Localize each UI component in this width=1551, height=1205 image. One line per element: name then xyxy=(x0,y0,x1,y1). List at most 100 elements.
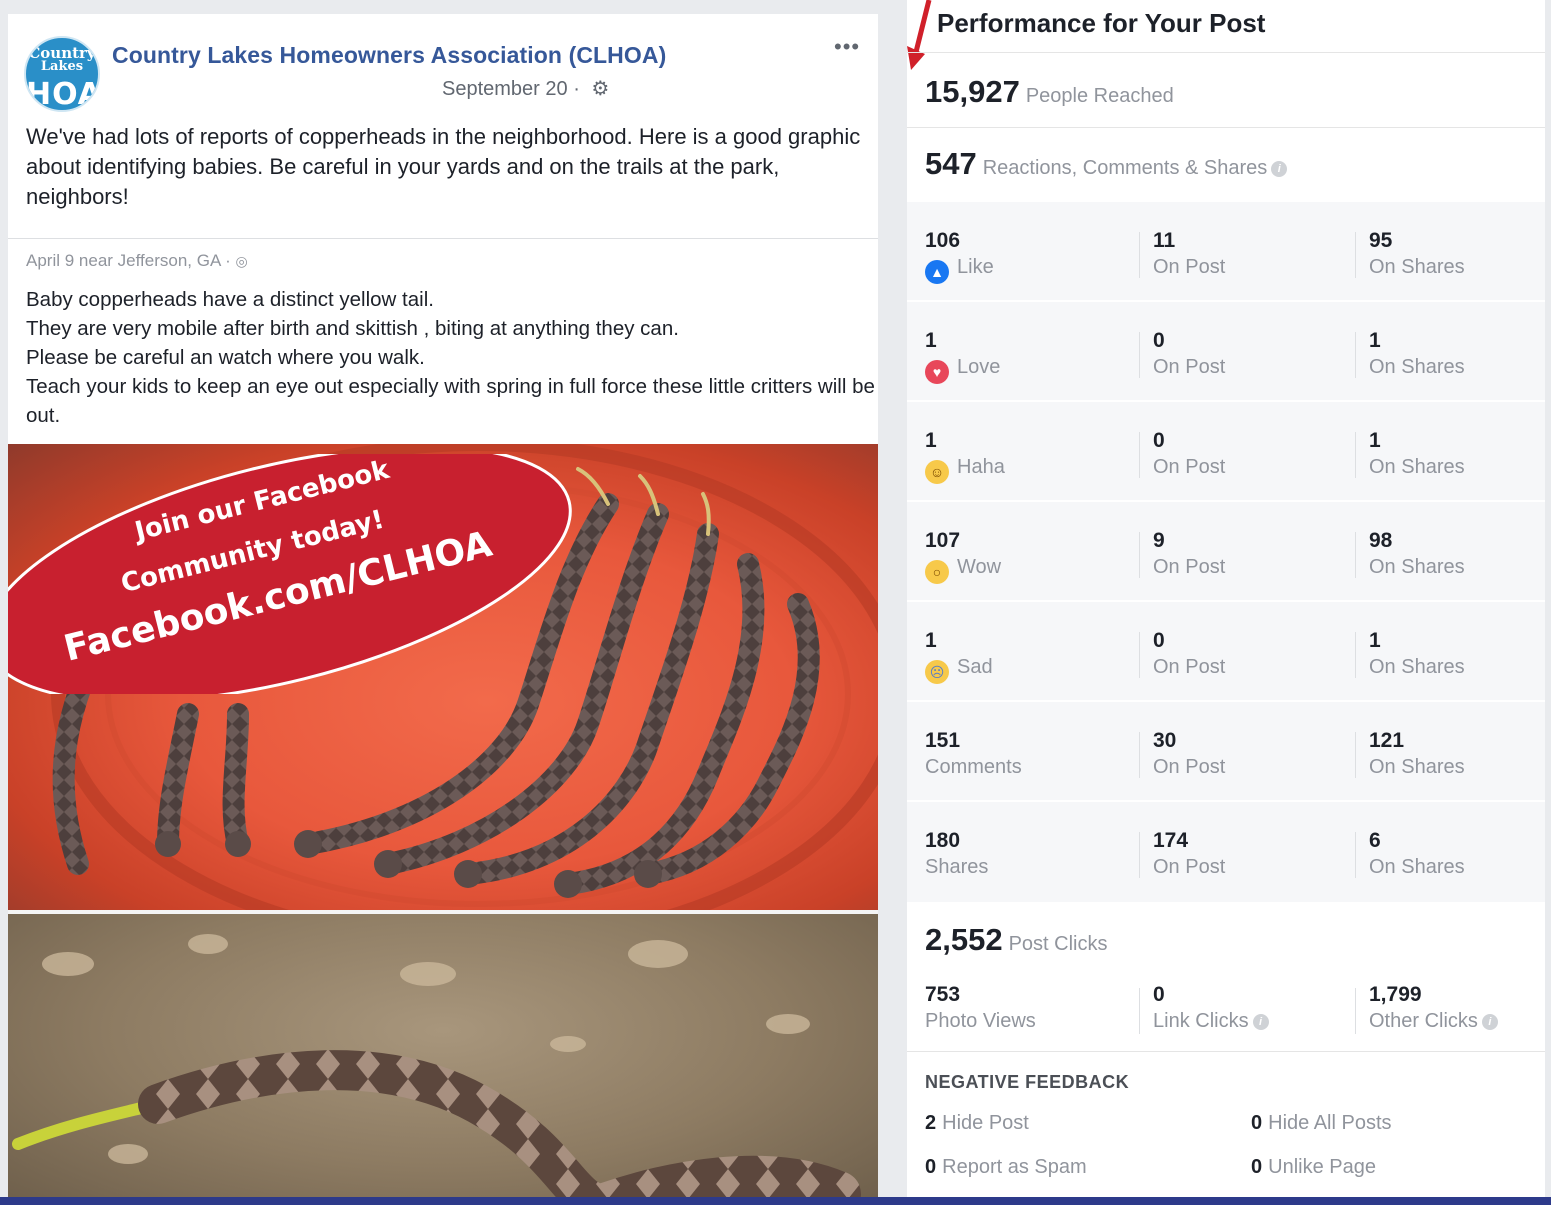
on-shares-label: On Shares xyxy=(1369,656,1465,678)
divider xyxy=(907,127,1545,128)
total-cell: 180 Shares xyxy=(925,828,988,880)
on-post-value: 9 xyxy=(1153,529,1165,552)
column-divider xyxy=(1355,532,1356,578)
screenshot-canvas: Country Lakes HOA Country Lakes Homeowne… xyxy=(0,0,1551,1205)
page-name-link[interactable]: Country Lakes Homeowners Association (CL… xyxy=(112,42,666,69)
engagement-label: Reactions, Comments & Shares xyxy=(982,157,1268,179)
more-options-icon[interactable]: ••• xyxy=(834,34,860,60)
column-divider xyxy=(1355,832,1356,878)
column-divider xyxy=(1355,732,1356,778)
total-label: ☹ Sad xyxy=(925,654,993,684)
on-shares-value: 1 xyxy=(1369,629,1381,652)
comments-label: Comments xyxy=(925,756,1022,778)
column-divider xyxy=(1139,532,1140,578)
divider xyxy=(907,52,1545,53)
total-label: ♥ Love xyxy=(925,354,1000,384)
shared-post: April 9 near Jefferson, GA · ◎ Baby copp… xyxy=(8,238,878,448)
haha-label: Haha xyxy=(957,456,1005,478)
engagement-metric: 547 Reactions, Comments & Shares i xyxy=(925,146,1288,182)
on-post-label: On Post xyxy=(1153,456,1226,478)
bottom-color-bar xyxy=(0,1197,1551,1205)
on-shares-value: 6 xyxy=(1369,829,1381,852)
on-post-cell: 30 On Post xyxy=(1153,728,1225,780)
page-avatar[interactable]: Country Lakes HOA xyxy=(24,36,100,112)
on-post-value: 30 xyxy=(1153,729,1177,752)
other-clicks-label: Other Clicks xyxy=(1369,1010,1478,1032)
hide-all-posts-label: Hide All Posts xyxy=(1268,1112,1392,1134)
post-insights-panel: Performance for Your Post 15,927 People R… xyxy=(907,0,1545,1197)
post-clicks-section: 2,552 Post Clicks 753 Photo Views 0 Link … xyxy=(907,904,1545,1052)
on-post-value: 0 xyxy=(1153,329,1165,352)
on-post-label: On Post xyxy=(1153,856,1226,878)
post-message: We've had lots of reports of copperheads… xyxy=(26,124,861,209)
report-spam-label: Report as Spam xyxy=(942,1156,1087,1178)
on-shares-value: 95 xyxy=(1369,229,1393,252)
on-post-value: 174 xyxy=(1153,829,1189,852)
other-clicks-value: 1,799 xyxy=(1369,983,1422,1006)
ground-snake-illustration xyxy=(12,934,861,1205)
total-label: ▲ Like xyxy=(925,254,994,284)
on-shares-label: On Shares xyxy=(1369,356,1465,378)
negative-feedback-title: NEGATIVE FEEDBACK xyxy=(925,1072,1130,1092)
total-label: ☺ Haha xyxy=(925,454,1005,484)
facebook-promo-badge[interactable]: Join our Facebook Community today! Faceb… xyxy=(8,445,588,703)
shared-post-meta[interactable]: April 9 near Jefferson, GA · ◎ xyxy=(26,251,248,271)
info-icon[interactable]: i xyxy=(1481,1013,1498,1030)
post-clicks-metric: 2,552 Post Clicks xyxy=(925,922,1107,958)
column-divider xyxy=(1139,232,1140,278)
love-icon: ♥ xyxy=(925,360,949,384)
total-value: 106 xyxy=(925,229,961,252)
on-post-cell: 11 On Post xyxy=(1153,228,1225,280)
on-post-cell: 0 On Post xyxy=(1153,428,1225,480)
info-icon[interactable]: i xyxy=(1252,1013,1269,1030)
haha-icon: ☺ xyxy=(925,460,949,484)
unlike-page-stat: 0 Unlike Page xyxy=(1251,1156,1376,1179)
link-clicks-value: 0 xyxy=(1153,983,1165,1006)
avatar-text-line3: HOA xyxy=(26,77,100,112)
on-post-label: On Post xyxy=(1153,656,1226,678)
report-spam-value: 0 xyxy=(925,1156,937,1178)
people-reached-label: People Reached xyxy=(1025,85,1174,107)
metric-row-comments: 151 Comments 30 On Post 121 On Shares xyxy=(907,702,1545,802)
on-post-label: On Post xyxy=(1153,256,1226,278)
post-clicks-value: 2,552 xyxy=(925,922,1003,957)
post-date[interactable]: September 20 · ⚙ xyxy=(442,76,609,101)
photo-views-value: 753 xyxy=(925,983,961,1006)
love-label: Love xyxy=(957,356,1001,378)
column-divider xyxy=(1139,432,1140,478)
on-shares-cell: 121 On Shares xyxy=(1369,728,1465,780)
on-post-value: 0 xyxy=(1153,429,1165,452)
on-post-label: On Post xyxy=(1153,556,1226,578)
shared-line: They are very mobile after birth and ski… xyxy=(26,317,679,340)
on-post-label: On Post xyxy=(1153,756,1226,778)
wow-label: Wow xyxy=(957,556,1002,578)
sad-label: Sad xyxy=(957,656,993,678)
on-post-label: On Post xyxy=(1153,356,1226,378)
wow-icon: ○ xyxy=(925,560,949,584)
hide-all-posts-stat: 0 Hide All Posts xyxy=(1251,1112,1392,1135)
post-clicks-label: Post Clicks xyxy=(1008,933,1108,955)
total-value: 1 xyxy=(925,429,937,452)
reaction-row-haha: 1 ☺ Haha 0 On Post 1 On Shares xyxy=(907,402,1545,502)
other-clicks-label-wrap: Other Clicks i xyxy=(1369,1008,1498,1034)
audience-gear-icon[interactable]: ⚙ xyxy=(591,76,609,101)
hide-post-value: 2 xyxy=(925,1112,937,1134)
on-shares-label: On Shares xyxy=(1369,456,1465,478)
on-post-cell: 9 On Post xyxy=(1153,528,1225,580)
post-photo-copperhead-on-ground[interactable] xyxy=(8,914,878,1205)
unlike-page-label: Unlike Page xyxy=(1268,1156,1376,1178)
on-post-value: 11 xyxy=(1153,229,1176,252)
post-header: Country Lakes HOA Country Lakes Homeowne… xyxy=(8,14,878,124)
total-cell: 151 Comments xyxy=(925,728,1022,780)
photo-views-cell: 753 Photo Views xyxy=(925,982,1036,1034)
shared-line: Teach your kids to keep an eye out espec… xyxy=(26,375,875,427)
link-clicks-label-wrap: Link Clicks i xyxy=(1153,1008,1269,1034)
info-icon[interactable]: i xyxy=(1271,160,1288,177)
column-divider xyxy=(1355,432,1356,478)
link-clicks-label: Link Clicks xyxy=(1153,1010,1249,1032)
reactions-breakdown: 106 ▲ Like 11 On Post 95 On Shares 1 ♥ L… xyxy=(907,202,1545,902)
on-shares-cell: 6 On Shares xyxy=(1369,828,1465,880)
link-clicks-cell: 0 Link Clicks i xyxy=(1153,982,1269,1034)
avatar-text-line2: Lakes xyxy=(40,59,84,74)
on-shares-label: On Shares xyxy=(1369,856,1465,878)
